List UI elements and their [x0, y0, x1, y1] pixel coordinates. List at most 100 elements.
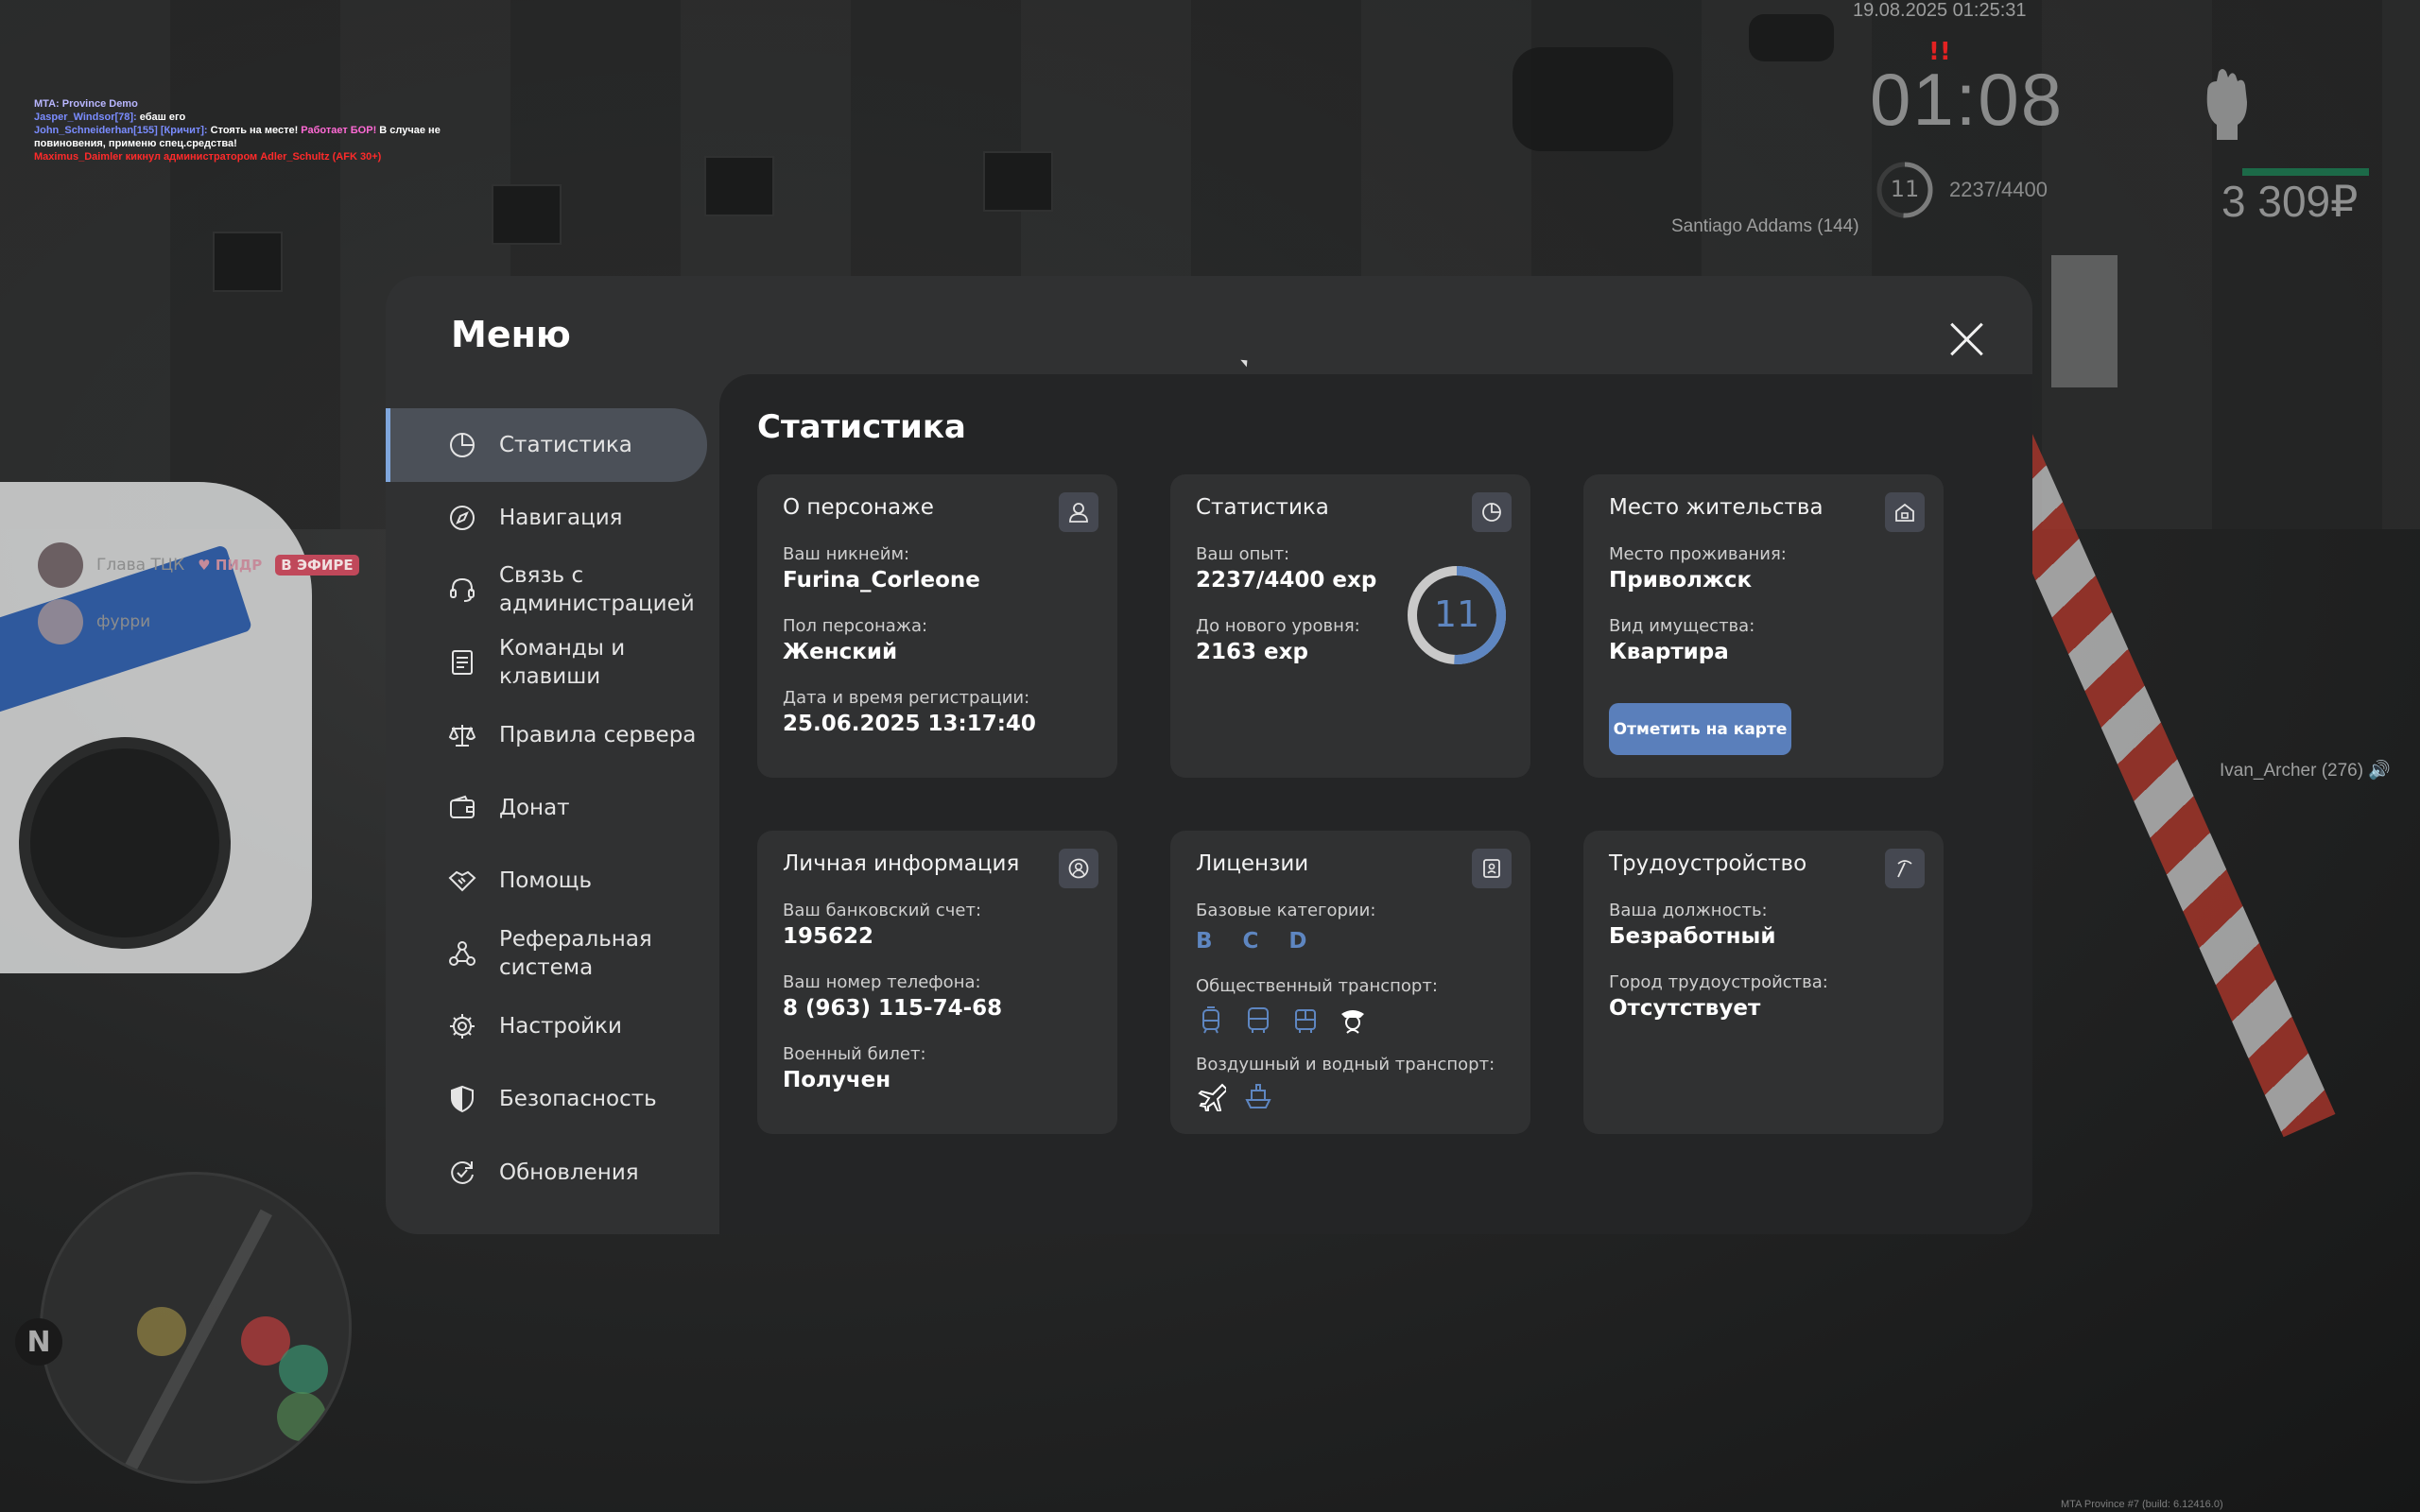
- nav-label: Настройки: [499, 1014, 622, 1039]
- phone-value: 8 (963) 115-74-68: [783, 996, 1003, 1021]
- bg-window: [704, 156, 774, 216]
- fist-icon: [2206, 69, 2247, 140]
- job-position-value: Безработный: [1609, 924, 1776, 949]
- nav-label: Помощь: [499, 868, 593, 893]
- compass-icon: [450, 506, 475, 530]
- field-label: Пол персонажа:: [783, 616, 928, 636]
- scales-icon: [448, 725, 476, 747]
- nav-label: Реферальная система: [499, 927, 652, 980]
- pie-chart-icon: [1472, 492, 1512, 532]
- hud-exp: 2237/4400: [1949, 178, 2048, 201]
- network-icon: [449, 941, 475, 966]
- card-title: Лицензии: [1196, 851, 1309, 876]
- pie-chart-icon: [450, 433, 475, 457]
- nav-item-donate[interactable]: Донат: [386, 771, 707, 845]
- nav-item-settings[interactable]: Настройки: [386, 990, 707, 1062]
- airplane-icon: [1198, 1083, 1226, 1111]
- chat-line: Maximus_Daimler кикнул администратором A…: [34, 151, 382, 163]
- close-button[interactable]: [1945, 318, 1989, 361]
- car-blip-icon: [279, 1345, 328, 1394]
- field-label: Базовые категории:: [1196, 901, 1376, 920]
- hud-date: 19.08.2025 01:25:31: [1853, 0, 2027, 21]
- bg-car: [1512, 47, 1673, 151]
- house-icon: [1885, 492, 1925, 532]
- card-title: Личная информация: [783, 851, 1020, 876]
- card-character: О персонаже Ваш никнейм: Furina_Corleone…: [757, 474, 1117, 778]
- chat-line: повиновения, применю спец.средства!: [34, 138, 237, 149]
- nav-label: Правила сервера: [499, 723, 697, 747]
- field-label: Место проживания:: [1609, 544, 1787, 564]
- tram-icon: [1202, 1006, 1219, 1034]
- mark-on-map-button[interactable]: Отметить на карте: [1609, 703, 1791, 755]
- player-nametag: Ivan_Archer (276) 🔊: [2220, 761, 2392, 781]
- user-icon: [1059, 492, 1098, 532]
- license-categories: B C D: [1196, 929, 1319, 954]
- nav-item-referral[interactable]: Реферальная система: [386, 917, 707, 990]
- trolleybus-icon: [1295, 1009, 1316, 1033]
- headset-icon: [450, 577, 475, 602]
- nav-item-commands[interactable]: Команды и клавиши: [386, 626, 707, 699]
- health-bar: [2242, 168, 2369, 176]
- voice-entry: фурри: [38, 599, 150, 644]
- field-label: До нового уровня:: [1196, 616, 1360, 636]
- field-label: Ваш опыт:: [1196, 544, 1290, 564]
- nav-item-help[interactable]: Помощь: [386, 845, 707, 917]
- handshake-icon: [448, 870, 476, 892]
- build-info: MTA Province #7 (build: 6.12416.0): [2061, 1499, 2223, 1510]
- nav-item-rules[interactable]: Правила сервера: [386, 699, 707, 771]
- voice-name: Глава ТЦК: [96, 556, 185, 575]
- chat-log: MTA: Province Demo Jasper_Windsor[78]: е…: [34, 97, 441, 163]
- field-label: Военный билет:: [783, 1044, 926, 1064]
- nav-label: Безопасность: [499, 1087, 657, 1111]
- content-title: Статистика: [757, 408, 966, 446]
- bg-wheel: [19, 737, 231, 949]
- voice-name: фурри: [96, 612, 151, 631]
- field-label: Ваш никнейм:: [783, 544, 910, 564]
- card-residence: Место жительства Место проживания: Приво…: [1583, 474, 1944, 778]
- card-title: Статистика: [1196, 495, 1329, 520]
- avatar: [38, 599, 83, 644]
- nav-label: Обновления: [499, 1160, 639, 1185]
- north-indicator: N: [15, 1318, 62, 1366]
- property-value: Квартира: [1609, 640, 1729, 664]
- field-label: Вид имущества:: [1609, 616, 1755, 636]
- target-blip-icon: [277, 1392, 326, 1441]
- hud-clock: 01:08: [1870, 58, 2065, 141]
- nav-label: Команды и клавиши: [499, 636, 626, 689]
- card-title: Место жительства: [1609, 495, 1824, 520]
- job-city-value: Отсутствует: [1609, 996, 1761, 1021]
- chat-line: John_Schneiderhan[155] [Кричит]: Стоять …: [34, 125, 441, 136]
- bank-account-value: 195622: [783, 924, 874, 949]
- speaker-icon: 🔊: [2368, 761, 2392, 781]
- gear-icon: [450, 1014, 475, 1039]
- content-panel: Статистика О персонаже Ваш никнейм: Furi…: [719, 374, 2032, 1234]
- nav-item-admin-contact[interactable]: Связь с администрацией: [386, 554, 707, 626]
- residence-value: Приволжск: [1609, 568, 1753, 593]
- level-number: 11: [1433, 593, 1480, 635]
- minimap: [40, 1172, 352, 1484]
- chat-line: MTA: Province Demo: [34, 98, 138, 110]
- nav-label: Связь с администрацией: [499, 563, 695, 616]
- field-label: Ваш банковский счет:: [783, 901, 982, 920]
- card-personal: Личная информация Ваш банковский счет: 1…: [757, 831, 1117, 1134]
- card-licenses: Лицензии Базовые категории: B C D Общест…: [1170, 831, 1530, 1134]
- on-air-badge: В ЭФИРЕ: [275, 555, 359, 576]
- menu-window: Меню Статистика Навигация Связь с админи…: [386, 276, 2032, 1234]
- bg-window: [492, 184, 562, 245]
- public-transport-icons: [1196, 1005, 1368, 1035]
- nav-item-security[interactable]: Безопасность: [386, 1062, 707, 1136]
- field-label: Ваш номер телефона:: [783, 972, 981, 992]
- nav-item-updates[interactable]: Обновления: [386, 1136, 707, 1210]
- nav-item-statistics[interactable]: Статистика: [386, 408, 707, 482]
- document-icon: [452, 650, 473, 675]
- field-label: Ваша должность:: [1609, 901, 1768, 920]
- gender-value: Женский: [783, 640, 898, 664]
- nav-label: Статистика: [499, 433, 632, 457]
- military-id-value: Получен: [783, 1068, 891, 1092]
- exp-value: 2237/4400 exp: [1196, 568, 1377, 593]
- field-label: Общественный транспорт:: [1196, 976, 1438, 996]
- nav-label: Донат: [499, 796, 570, 820]
- hud-level: 11: [1890, 176, 1920, 202]
- field-label: Дата и время регистрации:: [783, 688, 1030, 708]
- nav-item-navigation[interactable]: Навигация: [386, 482, 707, 554]
